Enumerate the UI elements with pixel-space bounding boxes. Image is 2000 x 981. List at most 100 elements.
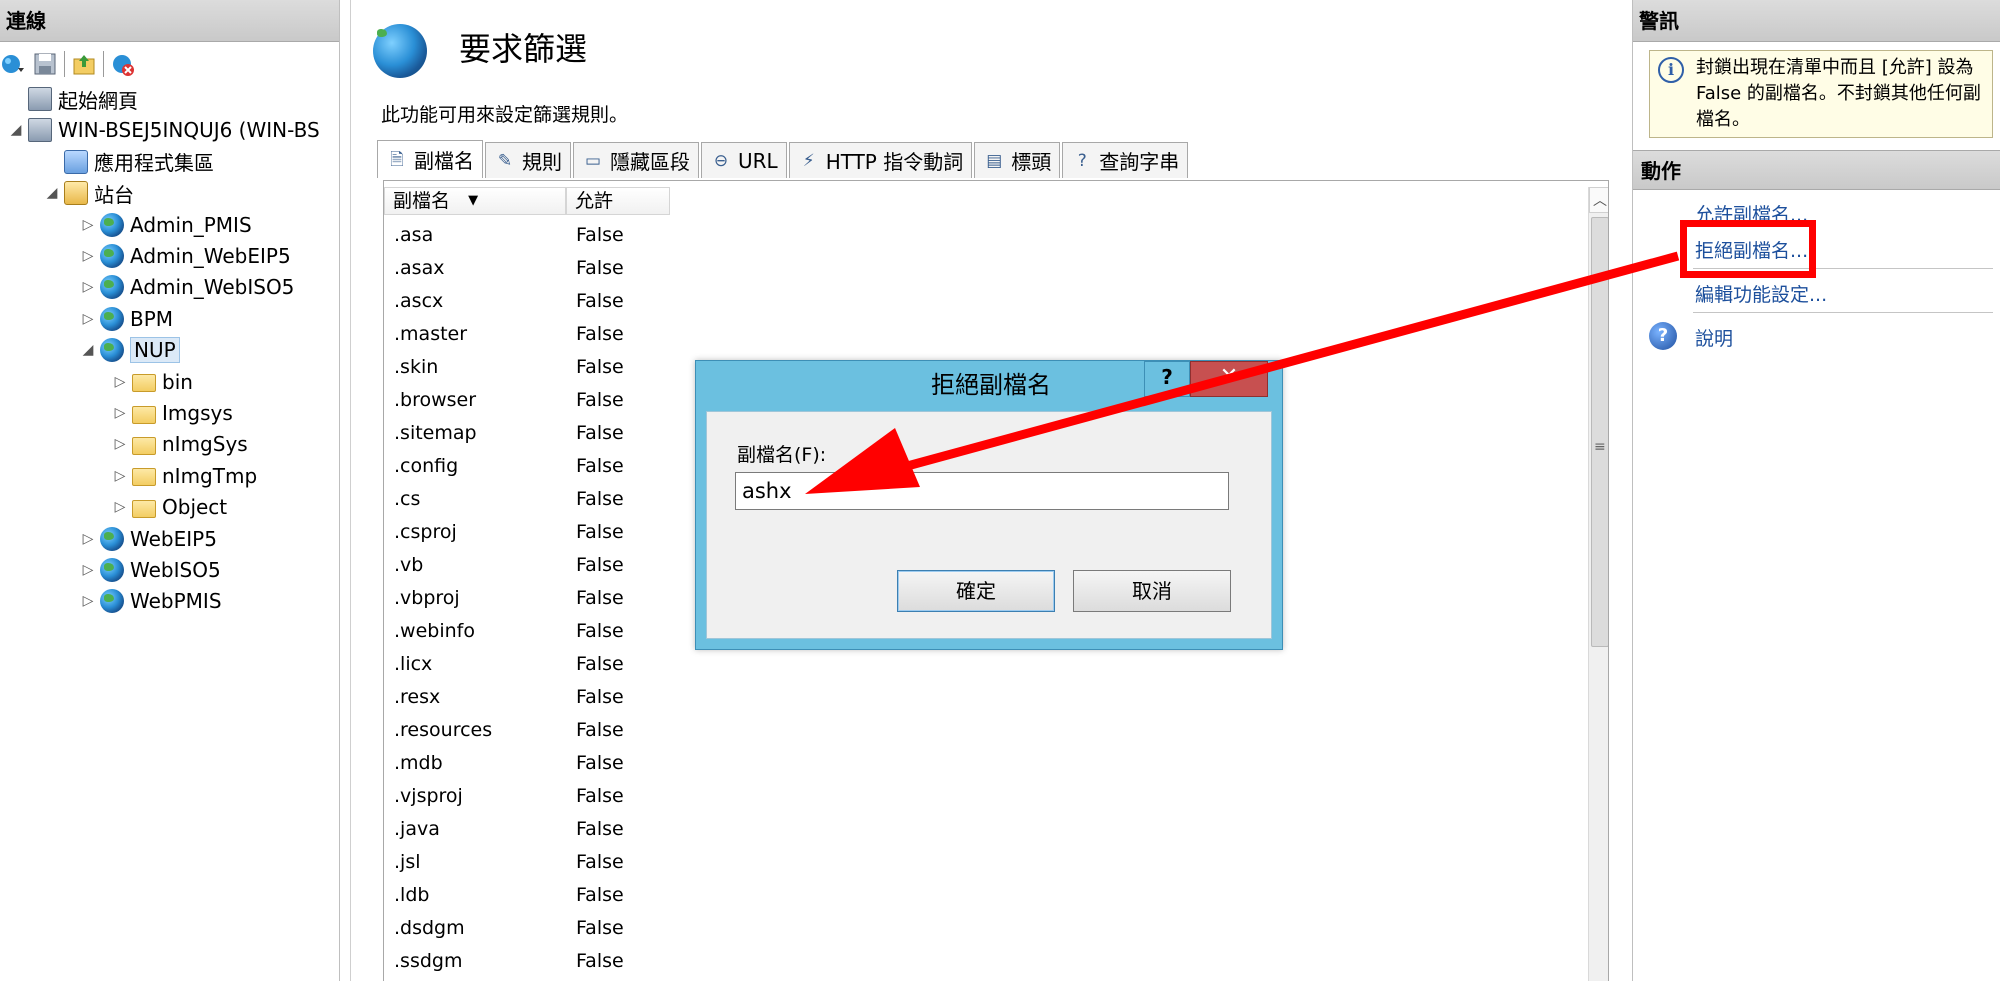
alerts-header: 警訊: [1633, 0, 2000, 42]
folder-icon: [132, 499, 156, 518]
tree-node[interactable]: ▷ nImgSys: [112, 429, 248, 459]
tree-node[interactable]: ▷ Admin_PMIS: [80, 210, 252, 240]
tab-hidden-segments[interactable]: ▭ 隱藏區段: [573, 142, 699, 178]
table-row[interactable]: .config False: [384, 450, 686, 483]
extension-cell: .vbproj: [394, 587, 460, 609]
table-row[interactable]: .ssdgm False: [384, 945, 686, 978]
tree-expander-icon[interactable]: ▷: [80, 562, 96, 578]
table-row[interactable]: .ldb False: [384, 879, 686, 912]
tab-rules[interactable]: ✎ 規則: [485, 142, 571, 178]
tree-expander-icon[interactable]: ◢: [44, 185, 60, 201]
help-link[interactable]: 說明: [1695, 324, 1733, 351]
extension-icon: 🗎: [390, 149, 404, 170]
allowed-cell: False: [576, 587, 624, 609]
tree-expander-icon[interactable]: ▷: [112, 468, 128, 484]
actions-divider: [1693, 312, 1993, 313]
table-row[interactable]: .java False: [384, 813, 686, 846]
tree-expander-icon[interactable]: ▷: [80, 311, 96, 327]
tab-headers[interactable]: ▤ 標頭: [974, 142, 1061, 178]
connections-pane: 連線 起始網頁 ◢ WIN-BSEJ5INQUJ6 (WIN-BS 應用程式集區 ◢ 站台…: [0, 0, 340, 981]
globe-icon: [100, 526, 124, 551]
table-row[interactable]: .mdb False: [384, 747, 686, 780]
tree-expander-icon[interactable]: ▷: [112, 405, 128, 421]
tree-node[interactable]: ▷ Admin_WebEIP5: [80, 241, 291, 271]
table-row[interactable]: .ascx False: [384, 285, 686, 318]
tree-node[interactable]: ▷ Object: [112, 492, 228, 522]
tree-node[interactable]: ◢ 站台: [44, 178, 134, 208]
connect-icon[interactable]: [0, 51, 26, 77]
table-row[interactable]: .browser False: [384, 384, 686, 417]
tree-expander-icon[interactable]: ◢: [8, 122, 24, 138]
tree-expander-icon[interactable]: ▷: [80, 217, 96, 233]
disconnect-icon[interactable]: [110, 51, 136, 77]
tree-expander-icon[interactable]: ▷: [112, 374, 128, 390]
table-row[interactable]: .asax False: [384, 252, 686, 285]
tab-http-verb[interactable]: ⚡ HTTP 指令動詞: [788, 142, 973, 178]
tree-expander-icon[interactable]: ▷: [80, 531, 96, 547]
table-row[interactable]: .resources False: [384, 714, 686, 747]
allowed-cell: False: [576, 851, 624, 873]
ok-button[interactable]: 確定: [897, 570, 1055, 612]
tree-node[interactable]: ▷ BPM: [80, 304, 173, 334]
tree-node[interactable]: ▷ nImgTmp: [112, 461, 258, 491]
extension-cell: .java: [394, 818, 440, 840]
table-row[interactable]: .vbproj False: [384, 582, 686, 615]
sites-icon: [64, 181, 88, 206]
tree-node[interactable]: ▷ WebPMIS: [80, 586, 222, 616]
table-row[interactable]: .webinfo False: [384, 615, 686, 648]
tab-query-string[interactable]: ? 查詢字串: [1062, 142, 1189, 178]
tree-expander-icon[interactable]: ▷: [112, 436, 128, 452]
extension-input[interactable]: [735, 472, 1229, 510]
tree-expander-icon[interactable]: ◢: [80, 342, 96, 358]
tree-node[interactable]: ▷ Admin_WebISO5: [80, 272, 294, 302]
tree-node[interactable]: ▷ WebEIP5: [80, 524, 217, 554]
cancel-button[interactable]: 取消: [1073, 570, 1231, 612]
table-row[interactable]: .sitemap False: [384, 417, 686, 450]
table-row[interactable]: .asa False: [384, 219, 686, 252]
tree-node[interactable]: ▷ Imgsys: [112, 398, 233, 428]
column-header-extension[interactable]: 副檔名 ▼: [384, 187, 566, 215]
tree-node[interactable]: ◢ WIN-BSEJ5INQUJ6 (WIN-BS: [8, 115, 320, 145]
table-row[interactable]: .skin False: [384, 351, 686, 384]
tree-node[interactable]: 起始網頁: [8, 84, 138, 114]
table-row[interactable]: .cs False: [384, 483, 686, 516]
table-row[interactable]: .resx False: [384, 681, 686, 714]
tree-node-label: Imgsys: [162, 401, 233, 425]
dialog-close-button[interactable]: ✕: [1190, 361, 1268, 397]
up-folder-icon[interactable]: [71, 51, 97, 77]
tab-label: URL: [738, 148, 778, 173]
tab-extension[interactable]: 🗎 副檔名: [377, 140, 483, 178]
tree-expander-icon[interactable]: ▷: [112, 499, 128, 515]
table-row[interactable]: .master False: [384, 318, 686, 351]
table-row[interactable]: .csproj False: [384, 516, 686, 549]
extension-cell: .licx: [394, 653, 433, 675]
dialog-help-button[interactable]: ?: [1144, 361, 1190, 397]
dialog-title: 拒絕副檔名: [931, 371, 1051, 399]
tree-node[interactable]: 應用程式集區: [44, 147, 214, 177]
table-row[interactable]: .vb False: [384, 549, 686, 582]
tab-url[interactable]: ⊖ URL: [701, 142, 787, 178]
query-string-icon: ?: [1077, 150, 1087, 171]
tree-node[interactable]: ▷ WebISO5: [80, 555, 221, 585]
tree-node-label: WebPMIS: [130, 589, 222, 614]
extension-cell: .resx: [394, 686, 441, 708]
allowed-cell: False: [576, 554, 624, 576]
save-icon[interactable]: [32, 51, 58, 77]
table-row[interactable]: .jsl False: [384, 846, 686, 879]
tab-label: 隱藏區段: [610, 150, 690, 174]
table-row[interactable]: .dsdgm False: [384, 912, 686, 945]
tree-node[interactable]: ▷ bin: [112, 367, 193, 397]
scrollbar-thumb[interactable]: [1591, 217, 1608, 647]
table-row[interactable]: .vjsproj False: [384, 780, 686, 813]
tree-expander-icon[interactable]: ▷: [80, 248, 96, 264]
tree-expander-icon[interactable]: ▷: [80, 593, 96, 609]
table-row[interactable]: .licx False: [384, 648, 686, 681]
help-icon[interactable]: ?: [1649, 322, 1677, 350]
vertical-scrollbar[interactable]: ︿ ≡: [1588, 187, 1608, 981]
scroll-up-arrow-icon[interactable]: ︿: [1589, 187, 1608, 213]
tree-node-label: WebEIP5: [130, 526, 217, 551]
tree-expander-icon[interactable]: ▷: [80, 279, 96, 295]
tree-node[interactable]: ◢ NUP: [80, 335, 180, 365]
column-header-allowed[interactable]: 允許: [566, 187, 670, 215]
edit-feature-settings-link[interactable]: 編輯功能設定...: [1695, 280, 1827, 307]
